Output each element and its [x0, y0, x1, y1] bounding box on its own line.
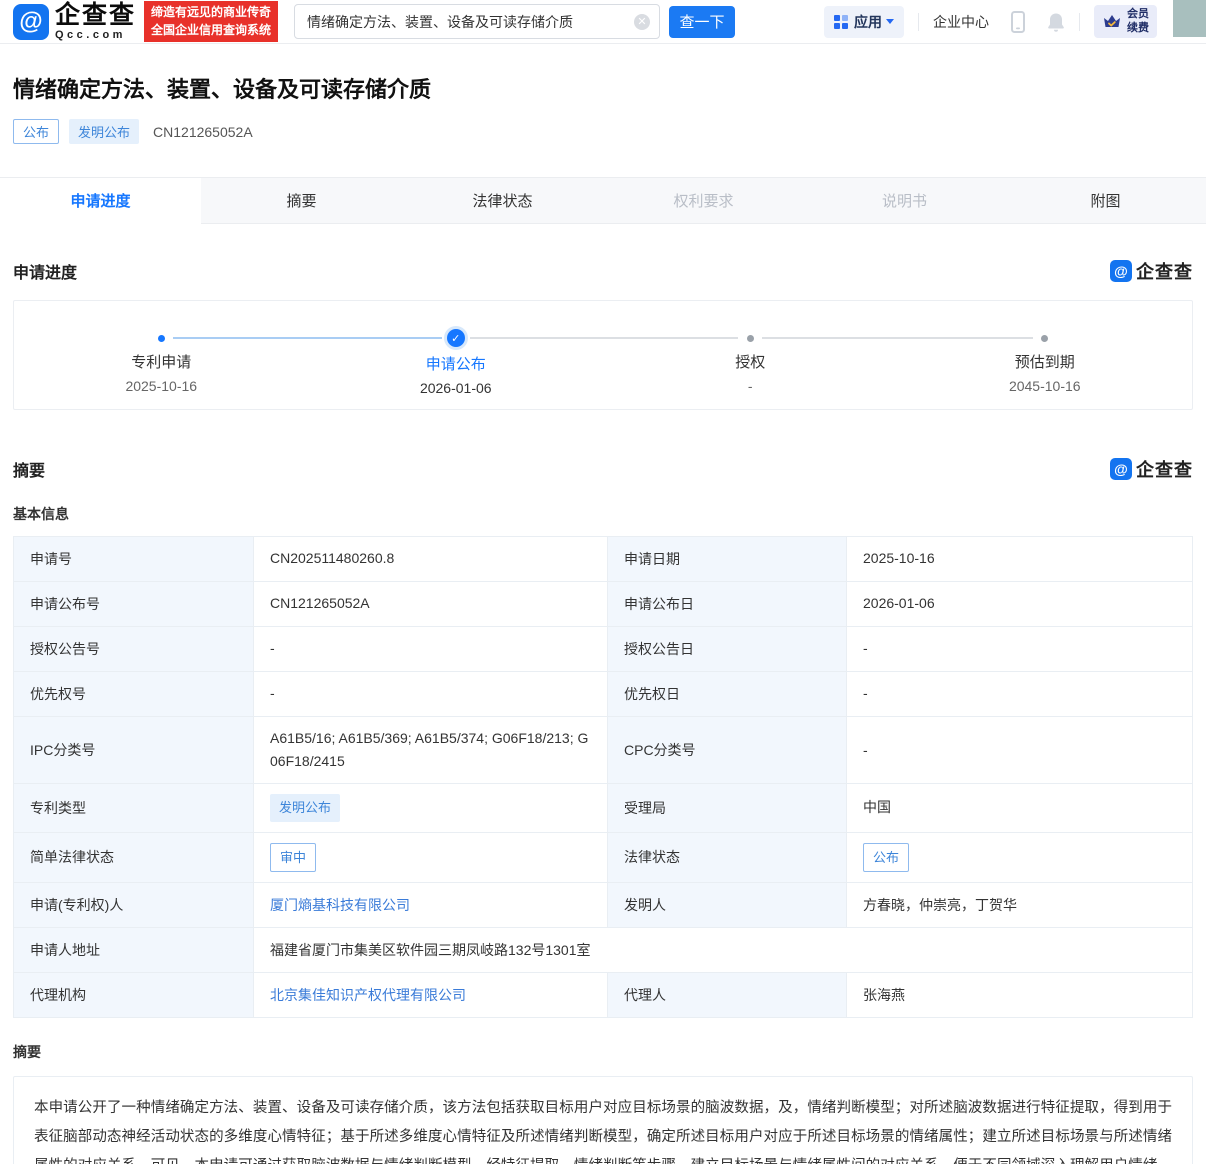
patent-type-tag: 发明公布 [69, 119, 139, 144]
tab-description[interactable]: 说明书 [804, 178, 1005, 223]
table-label: CPC分类号 [608, 717, 847, 784]
table-label: 简单法律状态 [14, 833, 254, 883]
timeline-dot [1041, 335, 1048, 342]
tab-figures[interactable]: 附图 [1005, 178, 1206, 223]
basic-info-title: 基本信息 [13, 504, 1193, 524]
timeline-dot [747, 335, 754, 342]
qcc-watermark-icon: @ [1110, 458, 1132, 480]
table-label: 申请号 [14, 537, 254, 582]
simple-legal-status-tag: 审中 [270, 843, 316, 872]
applicant-company-link[interactable]: 厦门熵基科技有限公司 [270, 894, 410, 917]
qcc-logo-icon: @ [13, 4, 49, 40]
application-timeline: 专利申请 2025-10-16 ✓ 申请公布 2026-01-06 授权 - 预… [13, 300, 1193, 410]
table-value: 福建省厦门市集美区软件园三期凤岐路132号1301室 [254, 928, 1193, 973]
table-value: 厦门熵基科技有限公司 [254, 883, 608, 928]
search-input[interactable] [294, 4, 660, 39]
logo-slogan: 缔造有远见的商业传奇 全国企业信用查询系统 [144, 1, 278, 42]
notifications-bell-icon[interactable] [1047, 12, 1065, 32]
table-label: 专利类型 [14, 784, 254, 832]
table-value: A61B5/16; A61B5/369; A61B5/374; G06F18/2… [254, 717, 608, 784]
qcc-watermark: @ 企查查 [1110, 456, 1193, 482]
table-label: 代理机构 [14, 973, 254, 1018]
vip-renew-button[interactable]: 会员 续费 [1094, 5, 1157, 39]
logo-name: 企查查 [55, 3, 136, 28]
abstract-title: 摘要 [13, 1042, 1193, 1062]
table-label: 法律状态 [608, 833, 847, 883]
table-label: 代理人 [608, 973, 847, 1018]
table-value: 北京集佳知识产权代理有限公司 [254, 973, 608, 1018]
table-label: IPC分类号 [14, 717, 254, 784]
table-label: 申请人地址 [14, 928, 254, 973]
qcc-logo[interactable]: @ 企查查 Qcc.com 缔造有远见的商业传奇 全国企业信用查询系统 [13, 1, 278, 42]
table-value: - [847, 627, 1193, 672]
timeline-step-granted: 授权 - [603, 301, 898, 409]
table-value: 发明公布 [254, 784, 608, 832]
legal-status-tag: 公布 [863, 843, 909, 872]
tab-summary[interactable]: 摘要 [201, 178, 402, 223]
table-label: 申请公布号 [14, 582, 254, 627]
table-value: 方春晓，仲崇亮，丁贺华 [847, 883, 1193, 928]
logo-domain: Qcc.com [55, 30, 136, 41]
table-label: 申请日期 [608, 537, 847, 582]
table-value: CN121265052A [254, 582, 608, 627]
mobile-app-icon[interactable] [1011, 11, 1025, 33]
tab-claims[interactable]: 权利要求 [603, 178, 804, 223]
table-label: 发明人 [608, 883, 847, 928]
timeline-dot [158, 335, 165, 342]
table-value: 中国 [847, 784, 1193, 832]
table-label: 受理局 [608, 784, 847, 832]
search-button[interactable]: 查一下 [669, 6, 735, 38]
tab-application-progress[interactable]: 申请进度 [0, 178, 201, 224]
header: @ 企查查 Qcc.com 缔造有远见的商业传奇 全国企业信用查询系统 ✕ 查一… [0, 0, 1206, 44]
patent-number: CN121265052A [153, 124, 253, 140]
table-label: 授权公告号 [14, 627, 254, 672]
table-label: 申请公布日 [608, 582, 847, 627]
tab-legal-status[interactable]: 法律状态 [402, 178, 603, 223]
abstract-text: 本申请公开了一种情绪确定方法、装置、设备及可读存储介质，该方法包括获取目标用户对… [13, 1076, 1193, 1164]
chevron-down-icon [886, 19, 894, 24]
timeline-check-icon: ✓ [447, 329, 465, 347]
divider [918, 13, 919, 31]
clear-search-icon[interactable]: ✕ [634, 14, 650, 30]
summary-section-title: 摘要 [13, 457, 45, 481]
table-label: 优先权号 [14, 672, 254, 717]
timeline-step-expiry: 预估到期 2045-10-16 [898, 301, 1193, 409]
timeline-step-filed: 专利申请 2025-10-16 [14, 301, 309, 409]
floating-widget[interactable] [1173, 0, 1206, 37]
progress-section-title: 申请进度 [13, 259, 77, 283]
apps-dropdown[interactable]: 应用 [824, 6, 904, 38]
table-label: 申请(专利权)人 [14, 883, 254, 928]
table-value: - [254, 627, 608, 672]
timeline-step-published: ✓ 申请公布 2026-01-06 [309, 301, 604, 409]
table-value: - [254, 672, 608, 717]
crown-icon [1102, 13, 1122, 31]
table-value: CN202511480260.8 [254, 537, 608, 582]
basic-info-table: 申请号 CN202511480260.8 申请日期 2025-10-16 申请公… [13, 536, 1193, 1018]
table-value: 公布 [847, 833, 1193, 883]
table-value: 2025-10-16 [847, 537, 1193, 582]
page-title: 情绪确定方法、装置、设备及可读存储介质 [13, 72, 1193, 104]
qcc-watermark-icon: @ [1110, 260, 1132, 282]
tab-bar: 申请进度 摘要 法律状态 权利要求 说明书 附图 [0, 177, 1206, 224]
table-value: 审中 [254, 833, 608, 883]
publish-status-tag: 公布 [13, 119, 59, 144]
table-label: 授权公告日 [608, 627, 847, 672]
apps-grid-icon [834, 15, 848, 29]
agency-company-link[interactable]: 北京集佳知识产权代理有限公司 [270, 984, 466, 1007]
table-value: 2026-01-06 [847, 582, 1193, 627]
table-label: 优先权日 [608, 672, 847, 717]
qcc-watermark: @ 企查查 [1110, 258, 1193, 284]
enterprise-center-link[interactable]: 企业中心 [933, 12, 989, 32]
table-value: - [847, 717, 1193, 784]
patent-type-tag: 发明公布 [270, 794, 340, 821]
table-value: 张海燕 [847, 973, 1193, 1018]
table-value: - [847, 672, 1193, 717]
divider [1079, 13, 1080, 31]
